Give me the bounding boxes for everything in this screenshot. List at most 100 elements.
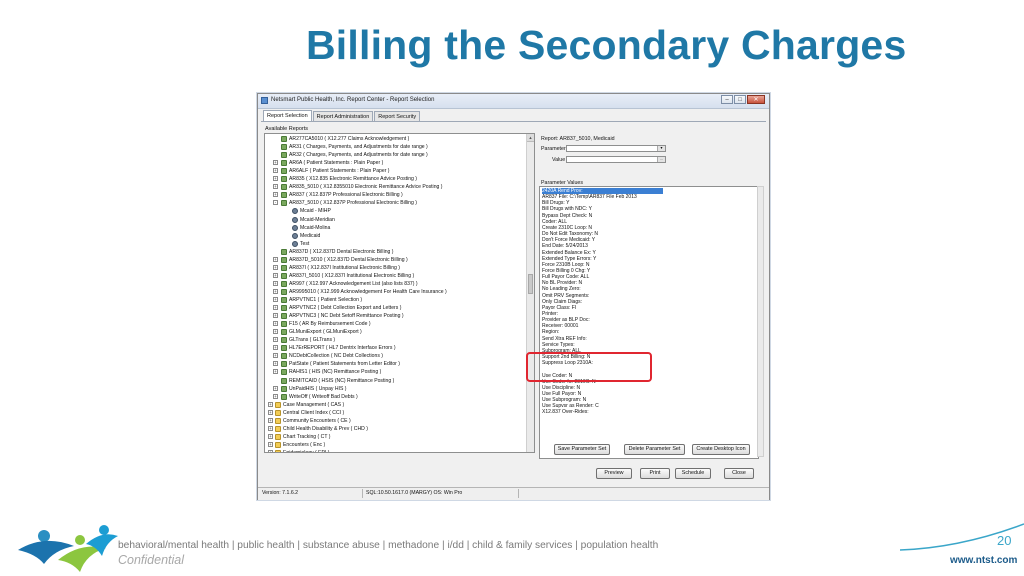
parameter-value-row[interactable]: Coder: ALL — [542, 219, 567, 225]
tree-item[interactable]: + PatState ( Patient Statements from Lett… — [265, 360, 525, 368]
tree-folder-item[interactable]: + Case Management ( CAS ) — [265, 401, 525, 409]
print-button[interactable]: Print — [640, 468, 670, 479]
parameter-value-row[interactable]: Payor Class: FI — [542, 305, 576, 311]
parameter-value-row[interactable]: X12.837 Over-Rides: — [542, 409, 589, 415]
tree-item[interactable]: + AR9995010 ( X12.999 Acknowledgement For… — [265, 288, 525, 296]
tree-folder-item[interactable]: + Encounters ( Enc ) — [265, 441, 525, 449]
parameter-value-row[interactable]: Extended Type Errors: Y — [542, 256, 596, 262]
expand-icon[interactable]: + — [273, 256, 278, 262]
tree-folder-item[interactable]: + Central Client Index ( CCI ) — [265, 409, 525, 417]
tree-folder-item[interactable]: + Child Health Disability & Prev ( CHD ) — [265, 425, 525, 433]
tree-item[interactable]: + AR837I_5010 ( X12.837I Institutional El… — [265, 272, 525, 280]
tree-item[interactable]: + AR835_5010 ( X12.8355010 Electronic Rem… — [265, 183, 525, 191]
parameter-value-row[interactable]: Bill Drugs with NDC: Y — [542, 206, 592, 212]
parameter-value-row[interactable]: Use Subprogram: N — [542, 397, 586, 403]
expand-icon[interactable]: + — [273, 192, 278, 198]
tree-item[interactable]: + UnPaidHIS ( Unpay HIS ) — [265, 385, 525, 393]
expand-icon[interactable]: + — [273, 345, 278, 351]
parameter-value-row[interactable]: Force 2310B Loop: N — [542, 262, 590, 268]
save-parameter-set-button[interactable]: Save Parameter Set — [554, 444, 610, 455]
expand-icon[interactable]: + — [273, 288, 278, 294]
value-input[interactable]: … — [566, 156, 666, 163]
tree-item[interactable]: AR837D ( X12.837D Dental Electronic Bill… — [265, 248, 525, 256]
expand-icon[interactable]: + — [273, 353, 278, 359]
tree-item[interactable]: Test — [265, 240, 525, 248]
tree-item[interactable]: Mcaid-Molina — [265, 224, 525, 232]
parameter-value-row[interactable]: Bypass Dept Check: N — [542, 213, 592, 219]
expand-icon[interactable]: + — [273, 305, 278, 311]
tree-item[interactable]: + ARPVTNC3 ( NC Debt Setoff Remittance Po… — [265, 312, 525, 320]
tree-scrollbar[interactable]: ▲ — [526, 134, 534, 452]
parameter-select[interactable]: ▼ — [566, 145, 666, 152]
tree-item[interactable]: REMITCAID ( HSIS (NC) Remittance Posting… — [265, 377, 525, 385]
scroll-thumb[interactable] — [528, 274, 533, 294]
parameter-value-row[interactable]: Service Types: — [542, 342, 575, 348]
collapse-icon[interactable]: - — [273, 200, 278, 206]
expand-icon[interactable]: + — [273, 297, 278, 302]
tree-item[interactable]: + GLTrans ( GLTrans ) — [265, 336, 525, 344]
expand-icon[interactable]: + — [273, 272, 278, 278]
tree-item[interactable]: Mcaid - MIHP — [265, 207, 525, 215]
minimize-icon[interactable]: – — [721, 95, 733, 104]
tree-item[interactable]: + AR997 ( X12.997 Acknowledgement List (a… — [265, 280, 525, 288]
parameter-value-row[interactable]: No Leading Zero: — [542, 286, 581, 292]
expand-icon[interactable]: + — [273, 385, 278, 391]
expand-icon[interactable]: + — [273, 264, 278, 270]
tree-item[interactable]: Medicaid — [265, 232, 525, 240]
tree-folder-item[interactable]: + Community Encounters ( CE ) — [265, 417, 525, 425]
maximize-icon[interactable]: □ — [734, 95, 746, 104]
expand-icon[interactable]: + — [268, 425, 273, 431]
expand-icon[interactable]: + — [273, 160, 278, 166]
ellipsis-icon[interactable]: … — [657, 157, 665, 162]
parameter-value-row[interactable]: Create 2310C Loop: N — [542, 225, 592, 231]
parameter-value-row[interactable]: Use Discipline: N — [542, 385, 580, 391]
parameter-scrollbar[interactable] — [757, 186, 764, 457]
report-tree[interactable]: ▲ AR277CA5010 ( X12.277 Claims Acknowled… — [264, 133, 535, 453]
tree-folder-item[interactable]: + Chart Tracking ( CT ) — [265, 433, 525, 441]
parameter-value-row[interactable]: Only Claim Diags: — [542, 299, 582, 305]
preview-button[interactable]: Preview — [596, 468, 632, 479]
create-desktop-icon-button[interactable]: Create Desktop Icon — [692, 444, 750, 455]
tree-item[interactable]: + F15 ( AR By Reimbursement Code ) — [265, 320, 525, 328]
parameter-value-row[interactable]: Send Xtra REF Info: — [542, 336, 587, 342]
parameter-value-row[interactable]: Use Full Payor: N — [542, 391, 581, 397]
parameter-value-row[interactable]: End Date: 5/24/2013 — [542, 243, 588, 249]
tree-item[interactable]: + AR837I ( X12.837I Institutional Electro… — [265, 264, 525, 272]
parameter-value-row[interactable]: Do Not Edit Taxonomy: N — [542, 231, 598, 237]
tree-item[interactable]: + AR6A ( Patient Statements : Plain Paper… — [265, 159, 525, 167]
expand-icon[interactable]: + — [273, 361, 278, 367]
expand-icon[interactable]: + — [273, 184, 278, 190]
expand-icon[interactable]: + — [268, 401, 273, 407]
tree-item[interactable]: + AR837D_5010 ( X12.837D Dental Electroni… — [265, 256, 525, 264]
parameter-value-row[interactable]: Printer: — [542, 311, 558, 317]
expand-icon[interactable]: + — [273, 393, 278, 399]
expand-icon[interactable]: + — [273, 329, 278, 335]
expand-icon[interactable]: + — [273, 176, 278, 182]
parameter-value-row[interactable]: Omit PRV Segments: — [542, 293, 589, 299]
expand-icon[interactable]: + — [273, 168, 278, 174]
expand-icon[interactable]: + — [268, 409, 273, 415]
parameter-values-list[interactable]: 2420A Rend Prov: AR837 File: C:\Temp\AR83… — [539, 186, 759, 459]
expand-icon[interactable]: + — [268, 433, 273, 439]
parameter-value-row[interactable]: Use Supvsr as Render: C — [542, 403, 599, 409]
parameter-value-row[interactable]: Extended Balance Ex: Y — [542, 250, 596, 256]
tree-item[interactable]: + ARPVTNC1 ( Patient Selection ) — [265, 296, 525, 304]
expand-icon[interactable]: + — [273, 337, 278, 343]
close-icon[interactable]: ✕ — [747, 95, 765, 104]
parameter-value-row[interactable]: Full Payor Code: ALL — [542, 274, 589, 280]
parameter-value-row[interactable]: Region: — [542, 329, 559, 335]
expand-icon[interactable]: + — [268, 449, 273, 452]
parameter-value-row[interactable]: Don't Force Medicaid: Y — [542, 237, 595, 243]
tree-folder-item[interactable]: + Epidemiology ( EPI ) — [265, 449, 525, 452]
tree-item[interactable]: + AR837 ( X12.837P Professional Electroni… — [265, 191, 525, 199]
chevron-down-icon[interactable]: ▼ — [657, 146, 665, 151]
expand-icon[interactable]: + — [268, 417, 273, 423]
tree-item[interactable]: + AR835 ( X12.835 Electronic Remittance A… — [265, 175, 525, 183]
parameter-value-row[interactable]: Provider as BLP Doc: — [542, 317, 590, 323]
schedule-button[interactable]: Schedule — [675, 468, 711, 479]
tree-item[interactable]: + GLMuniExport ( GLMuniExport ) — [265, 328, 525, 336]
tree-item[interactable]: - AR837_5010 ( X12.837P Professional Elec… — [265, 199, 525, 207]
scroll-up-icon[interactable]: ▲ — [527, 134, 534, 142]
expand-icon[interactable]: + — [273, 369, 278, 375]
tree-item[interactable]: AR277CA5010 ( X12.277 Claims Acknowledge… — [265, 135, 525, 143]
